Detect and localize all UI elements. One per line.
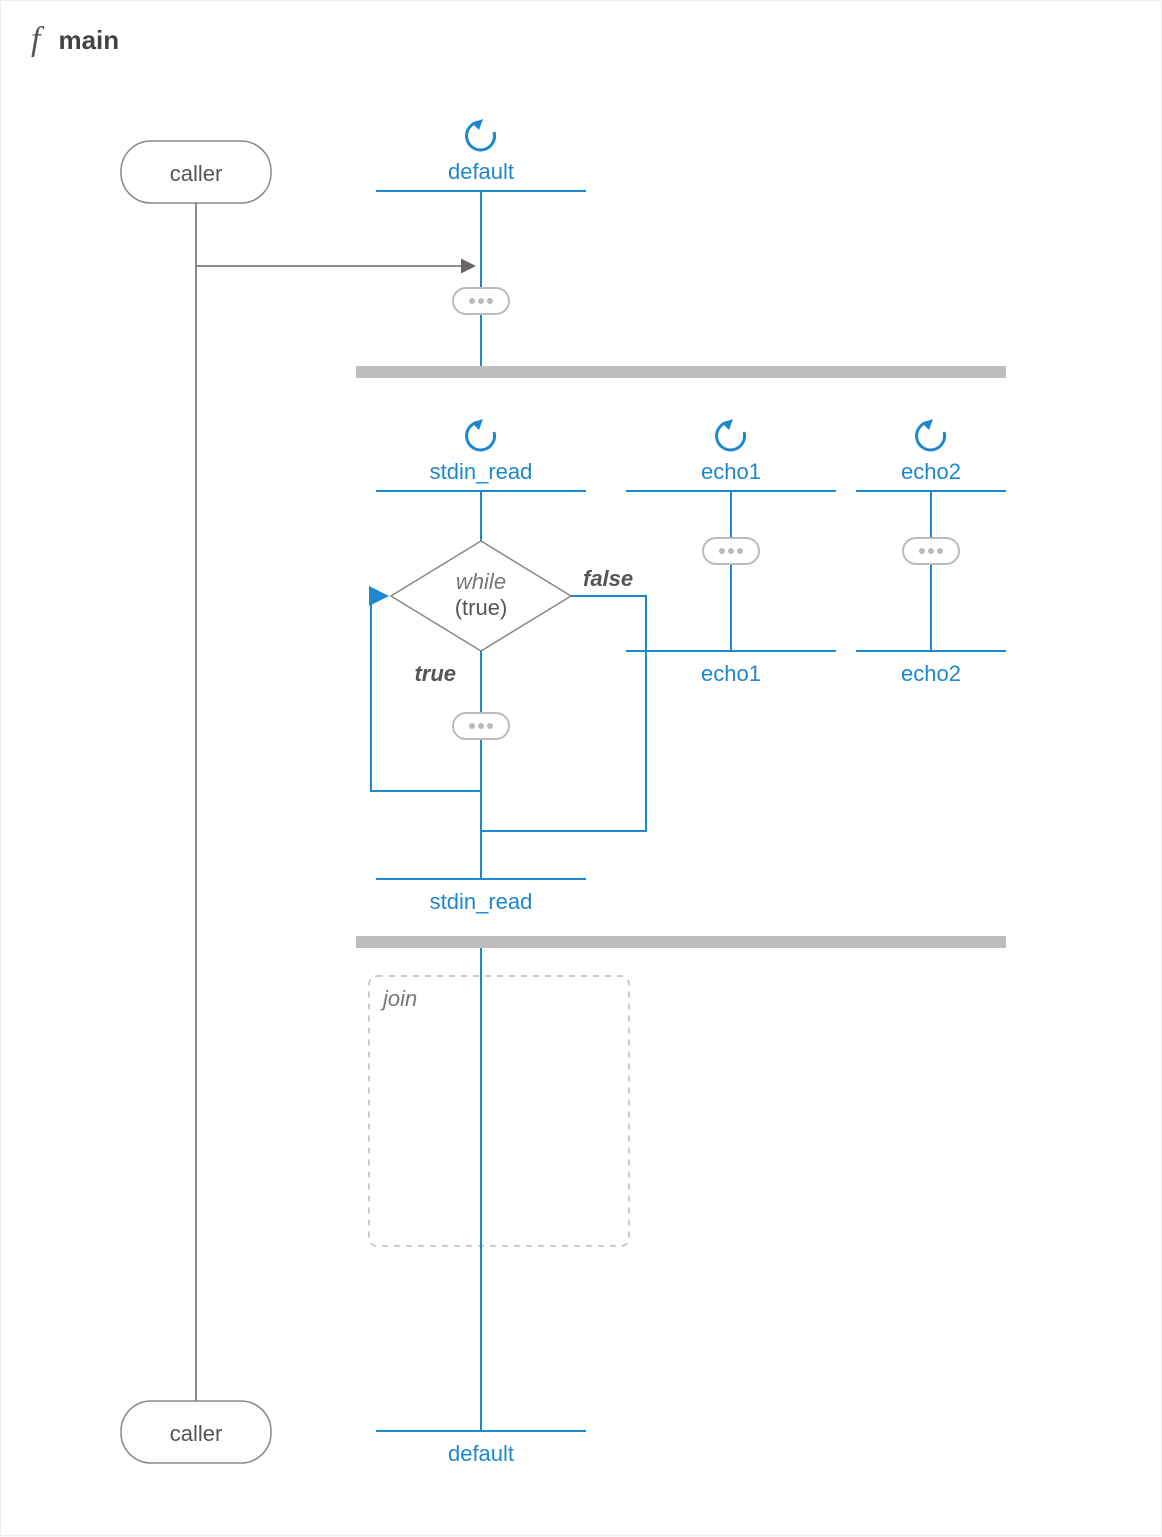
echo1-top-label: echo1 bbox=[701, 459, 761, 484]
diagram-canvas: caller caller default bbox=[1, 1, 1162, 1537]
echo1-bottom-label: echo1 bbox=[701, 661, 761, 686]
caller-top-label: caller bbox=[170, 161, 223, 186]
while-cond: (true) bbox=[455, 595, 508, 620]
join-box bbox=[369, 976, 629, 1246]
echo2-strand[interactable]: echo2 echo2 bbox=[856, 419, 1006, 686]
default-strand-top[interactable]: default bbox=[376, 119, 586, 366]
ellipsis-true[interactable] bbox=[453, 713, 509, 739]
true-label: true bbox=[414, 661, 456, 686]
stdin-read-strand[interactable]: stdin_read bbox=[376, 419, 586, 541]
caller-top-node[interactable]: caller bbox=[121, 141, 271, 203]
echo2-top-label: echo2 bbox=[901, 459, 961, 484]
caller-bottom-node[interactable]: caller bbox=[121, 1401, 271, 1463]
refresh-icon bbox=[717, 419, 745, 450]
refresh-icon bbox=[467, 419, 495, 450]
ellipsis-echo1[interactable] bbox=[703, 538, 759, 564]
join-label: join bbox=[380, 986, 417, 1011]
while-decision[interactable]: while (true) bbox=[391, 541, 571, 651]
refresh-icon bbox=[917, 419, 945, 450]
join-bar bbox=[356, 936, 1006, 948]
ellipsis-echo2[interactable] bbox=[903, 538, 959, 564]
while-kind: while bbox=[456, 569, 506, 594]
default-bottom-label: default bbox=[448, 1441, 514, 1466]
refresh-icon bbox=[467, 119, 495, 150]
false-label: false bbox=[583, 566, 633, 591]
echo2-bottom-label: echo2 bbox=[901, 661, 961, 686]
stdin-read-top-label: stdin_read bbox=[430, 459, 533, 484]
default-top-label: default bbox=[448, 159, 514, 184]
echo1-strand[interactable]: echo1 echo1 bbox=[626, 419, 836, 686]
fork-bar-top bbox=[356, 366, 1006, 378]
stdin-read-bottom-label: stdin_read bbox=[430, 889, 533, 914]
diagram-frame: f main caller caller bbox=[0, 0, 1162, 1536]
ellipsis-default[interactable] bbox=[453, 288, 509, 314]
caller-bottom-label: caller bbox=[170, 1421, 223, 1446]
